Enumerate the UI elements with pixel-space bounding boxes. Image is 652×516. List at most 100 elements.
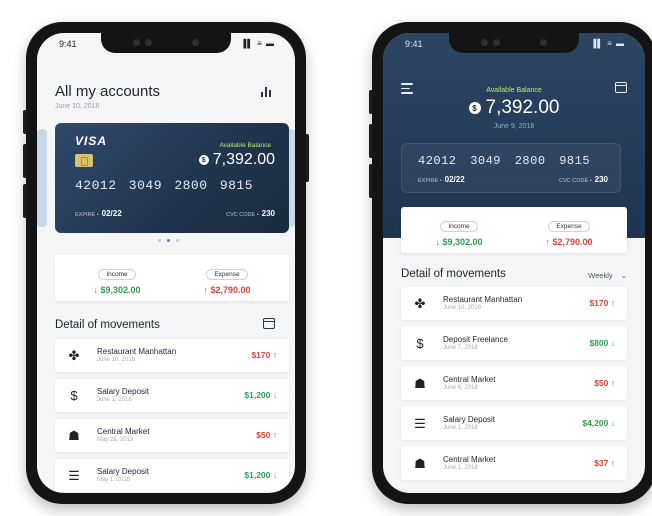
page-dot-active[interactable] [167, 239, 170, 242]
expire-value: 02/22 [101, 209, 122, 218]
movement-name: Restaurant Manhattan [97, 347, 177, 356]
expense-block: Expense ↑ $2,790.00 [177, 263, 277, 295]
movement-row[interactable]: $ Deposit Freelance June 7, 2018 $800 ↓ [401, 327, 627, 360]
movement-row[interactable]: ✤ Restaurant Manhattan June 10, 2018 $170 ↑ [55, 339, 289, 372]
movement-name: Deposit Freelance [443, 335, 508, 344]
expense-label[interactable]: Expense [206, 269, 248, 280]
movement-row[interactable]: ☰ Salary Deposit June 1, 2018 $4,200 ↓ [401, 407, 627, 440]
expense-block: Expense ↑ $2,790.00 [519, 215, 619, 247]
volume-up-button [23, 144, 27, 178]
movement-amount: $170 ↑ [251, 350, 277, 360]
income-expense-summary: Income ↓ $9,302.00 Expense ↑ $2,790.00 [401, 207, 627, 253]
income-label[interactable]: Income [440, 221, 478, 232]
movement-amount: $170 ↑ [589, 298, 615, 308]
movement-row[interactable]: $ Salary Deposit June 1, 2018 $1,200 ↓ [55, 379, 289, 412]
arrow-up-icon: ↑ [610, 298, 615, 308]
income-value: ↓ $9,302.00 [93, 285, 141, 295]
phone-mockup-left: 9:41 ▐▌ ≡ ▬ All my accounts June 10, 201… [23, 22, 309, 504]
arrow-down-icon: ↓ [272, 390, 277, 400]
movement-row[interactable]: ☗ Central Market May 28, 2018 $50 ↑ [55, 419, 289, 452]
status-time: 9:41 [405, 39, 423, 49]
balance-value: 7,392.00 [212, 151, 275, 168]
expire-info: EXPIRE • 02/22 [418, 175, 465, 184]
cvc-info: CVC CODE • 230 [226, 209, 275, 218]
cvc-label: CVC CODE • [559, 178, 592, 184]
power-button [305, 134, 309, 182]
movement-date: June 7, 2018 [443, 345, 478, 351]
section-title: Detail of movements [401, 268, 506, 280]
movement-name: Salary Deposit [443, 415, 496, 424]
page-dot[interactable] [176, 239, 179, 242]
movement-date: June 10, 2018 [443, 305, 482, 311]
income-block: Income ↓ $9,302.00 [409, 215, 509, 247]
side-button [23, 110, 27, 134]
movement-name: Central Market [443, 455, 496, 464]
arrow-down-icon: ↓ [272, 470, 277, 480]
page-date: June 10, 2018 [55, 103, 100, 110]
page-dot[interactable] [158, 239, 161, 242]
signal-wifi-battery-icon: ▐▌ ≡ ▬ [590, 39, 625, 48]
credit-card[interactable]: 42012 3049 2800 9815 EXPIRE • 02/22 CVC C… [401, 143, 621, 193]
period-dropdown-value: Weekly [588, 271, 613, 280]
expense-value: ↑ $2,790.00 [545, 237, 593, 247]
movement-date: June 1, 2018 [97, 397, 132, 403]
movement-amount: $1,200 ↓ [244, 390, 277, 400]
expire-label: EXPIRE • [418, 178, 442, 184]
available-balance-label: Available Balance [219, 142, 271, 149]
period-dropdown[interactable]: Weekly ⌄ [588, 271, 627, 280]
movement-date: June 10, 2018 [97, 357, 136, 363]
movement-amount: $50 ↑ [256, 430, 277, 440]
arrow-down-icon: ↓ [610, 418, 615, 428]
movement-amount: $37 ↑ [594, 458, 615, 468]
restaurant-icon: ✤ [68, 348, 80, 363]
status-bar: 9:41 ▐▌ ≡ ▬ [37, 39, 295, 55]
movement-date: June 1, 2018 [443, 425, 478, 431]
movement-row[interactable]: ☗ Central Market June 1, 2018 $37 ↑ [401, 447, 627, 480]
card-pagination[interactable] [158, 239, 179, 242]
card-number: 42012 3049 2800 9815 [418, 154, 591, 168]
screen: 9:41 ▐▌ ≡ ▬ Available Balance $ 7,392.00… [383, 33, 645, 493]
income-label[interactable]: Income [98, 269, 136, 280]
balance-amount: $ 7,392.00 [383, 97, 645, 119]
calendar-icon[interactable] [263, 318, 275, 329]
movement-amount: $4,200 ↓ [582, 418, 615, 428]
movement-name: Salary Deposit [97, 467, 150, 476]
restaurant-icon: ✤ [414, 296, 426, 311]
page-title: All my accounts [55, 83, 161, 100]
screen: 9:41 ▐▌ ≡ ▬ All my accounts June 10, 201… [37, 33, 295, 493]
card-number: 42012 3049 2800 9815 [75, 178, 254, 193]
expense-value: ↑ $2,790.00 [203, 285, 251, 295]
movement-row[interactable]: ✤ Restaurant Manhattan June 10, 2018 $170 ↑ [401, 287, 627, 320]
movement-amount: $50 ↑ [594, 378, 615, 388]
cash-stack-icon: ☰ [68, 468, 80, 483]
phone-mockup-right: 9:41 ▐▌ ≡ ▬ Available Balance $ 7,392.00… [369, 22, 652, 504]
movement-date: May 28, 2018 [97, 437, 134, 443]
visa-logo: VISA [75, 134, 108, 148]
movement-name: Restaurant Manhattan [443, 295, 523, 304]
balance-amount: $ 7,392.00 [198, 151, 275, 169]
section-title: Detail of movements [55, 319, 160, 331]
cvc-value: 230 [594, 175, 608, 184]
volume-up-button [369, 124, 373, 158]
income-block: Income ↓ $9,302.00 [67, 263, 167, 295]
cvc-info: CVC CODE • 230 [559, 175, 608, 184]
income-value: ↓ $9,302.00 [435, 237, 483, 247]
bar-chart-icon[interactable] [261, 87, 273, 97]
balance-date: June 9, 2018 [493, 123, 535, 130]
previous-card-peek[interactable] [37, 129, 47, 227]
arrow-up-icon: ↑ [610, 458, 615, 468]
available-balance-label: Available Balance [486, 87, 542, 94]
shopping-bag-icon: ☗ [414, 456, 426, 471]
card-chip-icon [75, 154, 93, 167]
movement-row[interactable]: ☰ Salary Deposit May 1, 2018 $1,200 ↓ [55, 459, 289, 492]
side-button [369, 90, 373, 114]
money-hand-icon: $ [416, 336, 424, 351]
expire-value: 02/22 [444, 175, 465, 184]
expense-label[interactable]: Expense [548, 221, 590, 232]
credit-card[interactable]: VISA Available Balance $ 7,392.00 42012 … [55, 123, 289, 233]
movement-row[interactable]: ☗ Central Market June 6, 2018 $50 ↑ [401, 367, 627, 400]
dollar-icon: $ [468, 102, 481, 114]
arrow-up-icon: ↑ [272, 430, 277, 440]
volume-down-button [23, 184, 27, 218]
volume-down-button [369, 164, 373, 198]
